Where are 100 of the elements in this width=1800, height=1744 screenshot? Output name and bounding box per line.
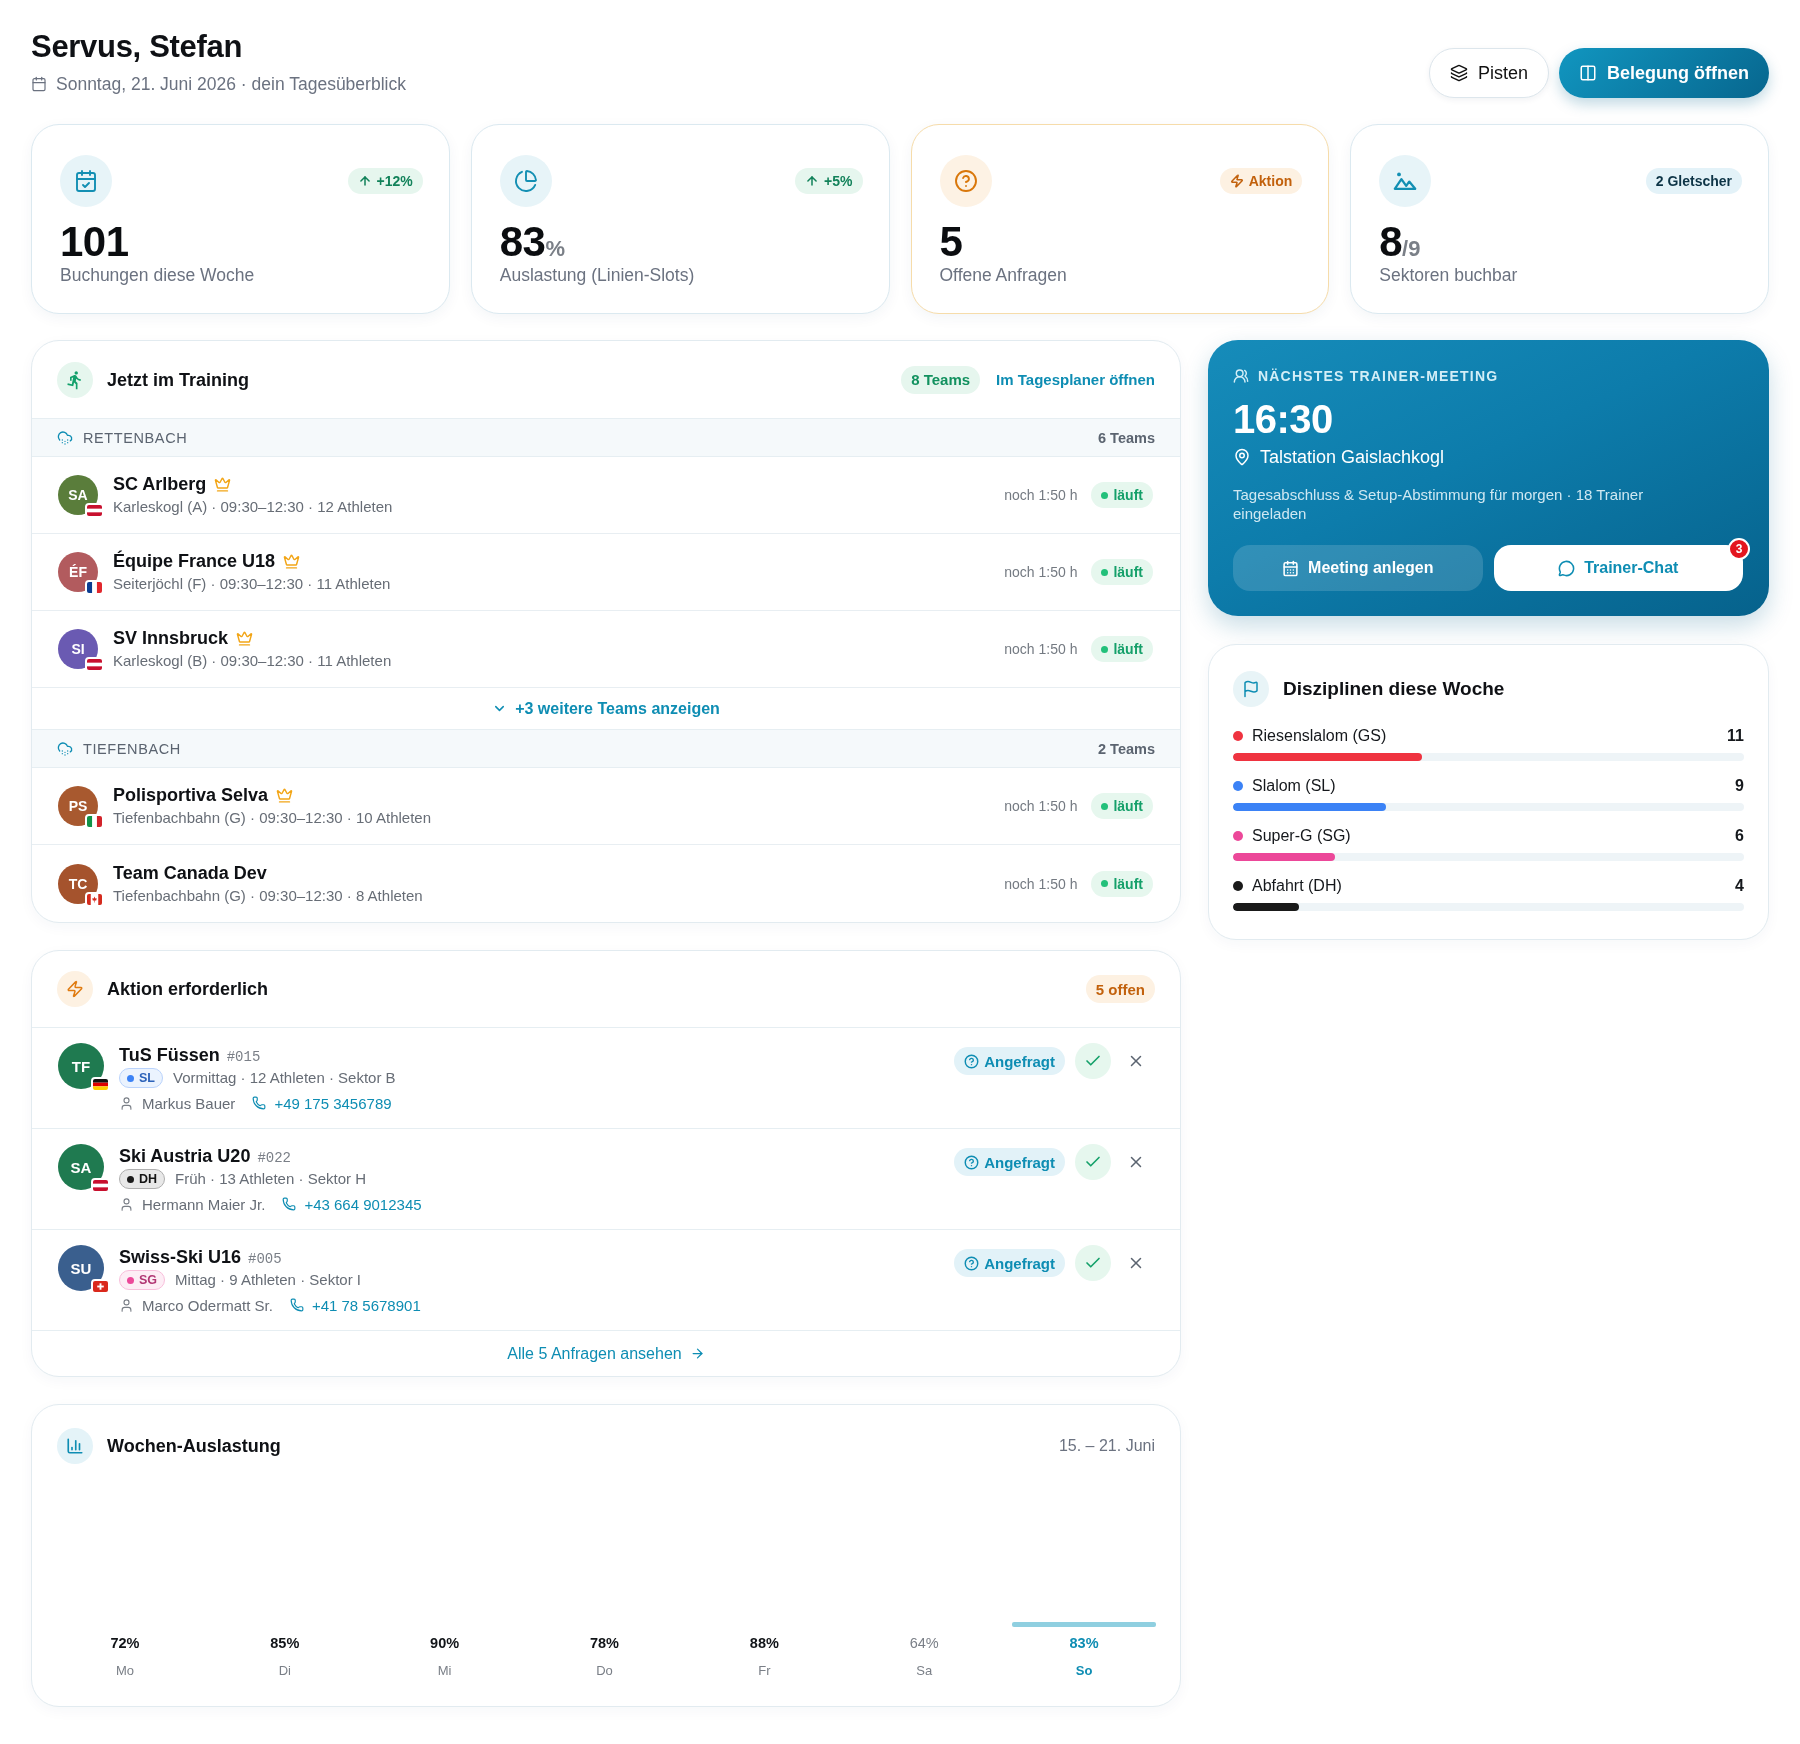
country-flag-icon — [85, 580, 104, 595]
team-avatar: SA — [58, 1144, 104, 1190]
day-label: Di — [278, 1662, 291, 1680]
stat-label: Buchungen diese Woche — [60, 264, 256, 287]
flag-icon — [1233, 671, 1269, 707]
day-value: 83% — [1069, 1634, 1099, 1653]
status-label: Angefragt — [984, 1153, 1055, 1171]
meeting-location: Talstation Gaislachkogl — [1260, 446, 1445, 469]
team-count-pill: 8 Teams — [901, 365, 981, 394]
pisten-button[interactable]: Pisten — [1428, 48, 1549, 98]
stat-value: 5 — [939, 221, 964, 263]
discipline-count: 11 — [1727, 727, 1744, 745]
panel-title: Wochen-Auslastung — [107, 1435, 281, 1458]
discipline-count: 6 — [1735, 827, 1744, 845]
status-label: Angefragt — [984, 1254, 1055, 1272]
bar-chart-icon — [57, 1428, 93, 1464]
chat-bubble-icon — [1558, 559, 1576, 577]
date-range: 15. – 21. Juni — [1058, 1437, 1155, 1455]
users-icon — [1233, 368, 1249, 384]
phone-icon — [289, 1298, 304, 1312]
country-flag-icon — [85, 891, 104, 907]
team-avatar: SA — [58, 475, 98, 515]
columns-icon — [1579, 64, 1597, 82]
show-more-link[interactable]: +3 weitere Teams anzeigen — [492, 699, 720, 718]
stat-label: Offene Anfragen — [939, 264, 1068, 287]
status-dot-icon — [1101, 568, 1109, 576]
session-details: Tiefenbachbahn (G) · 09:30–12:30 · 10 Athleten — [113, 808, 432, 828]
day-label: Sa — [916, 1662, 933, 1680]
request-details: Vormittag · 12 Athleten · Sektor B — [173, 1068, 396, 1088]
status-dot-icon — [1101, 645, 1109, 653]
team-name: Équipe France U18 — [113, 550, 276, 572]
day-label: So — [1075, 1662, 1093, 1680]
cloud-icon — [57, 740, 73, 757]
person-icon — [119, 1196, 134, 1212]
stat-label: Sektoren buchbar — [1379, 264, 1519, 287]
day-value: 90% — [430, 1634, 460, 1653]
phone-link[interactable]: +43 664 9012345 — [304, 1195, 422, 1213]
session-details: Karleskogl (A) · 09:30–12:30 · 12 Athleten — [113, 497, 394, 517]
country-flag-icon — [91, 1178, 110, 1193]
day-planner-link[interactable]: Im Tagesplaner öffnen — [996, 371, 1155, 388]
status-label: läuft — [1113, 875, 1143, 892]
discipline-name: Slalom (SL) — [1252, 777, 1337, 795]
team-name: Team Canada Dev — [113, 861, 267, 884]
alert-label: Aktion — [1248, 173, 1293, 189]
meeting-time: 16:30 — [1233, 396, 1334, 442]
time-remaining: noch 1:50 h — [1004, 798, 1078, 814]
day-value: 64% — [909, 1634, 939, 1653]
status-label: Angefragt — [984, 1052, 1055, 1070]
discipline-count: 4 — [1735, 877, 1744, 895]
date-subtitle: Sonntag, 21. Juni 2026 · dein Tagesüberblick — [56, 73, 406, 96]
section-name: TIEFENBACH — [83, 740, 181, 757]
calendar-check-icon — [60, 155, 112, 207]
location-pin-icon — [1233, 448, 1251, 466]
status-label: läuft — [1113, 487, 1143, 503]
question-icon — [964, 1154, 980, 1170]
phone-icon — [252, 1096, 267, 1110]
section-count: 6 Teams — [1098, 429, 1155, 446]
calendar-icon — [31, 76, 47, 92]
team-name: Polisportiva Selva — [113, 784, 269, 806]
open-booking-button[interactable]: Belegung öffnen — [1559, 48, 1769, 98]
discipline-count: 9 — [1735, 777, 1744, 795]
meeting-description: Tagesabschluss & Setup-Abstimmung für morgen · 18 Trainer eingeladen — [1233, 485, 1645, 523]
team-avatar: TC — [58, 863, 98, 904]
discipline-name: Super-G (SG) — [1252, 827, 1352, 845]
meeting-eyebrow: NÄCHSTES TRAINER-MEETING — [1258, 367, 1499, 386]
status-label: läuft — [1113, 798, 1143, 814]
team-name: TuS Füssen — [119, 1044, 220, 1066]
time-remaining: noch 1:50 h — [1004, 875, 1078, 892]
day-label: Do — [596, 1662, 613, 1680]
country-flag-icon — [85, 503, 104, 518]
team-avatar: SU — [58, 1245, 104, 1291]
layers-icon — [1449, 64, 1468, 82]
person-icon — [119, 1297, 134, 1313]
calendar-icon — [1282, 559, 1300, 577]
team-avatar: PS — [58, 786, 98, 826]
question-icon — [964, 1255, 980, 1271]
trend-value: +12% — [376, 173, 413, 189]
team-name: SV Innsbruck — [113, 627, 229, 649]
running-person-icon — [57, 361, 93, 398]
session-details: Karleskogl (B) · 09:30–12:30 · 11 Athleten — [113, 651, 393, 671]
stat-label: Auslastung (Linien-Slots) — [499, 264, 696, 287]
panel-title: Aktion erforderlich — [107, 978, 269, 1001]
person-icon — [119, 1095, 134, 1111]
day-label: Fr — [758, 1662, 771, 1680]
phone-link[interactable]: +41 78 5678901 — [311, 1296, 421, 1314]
status-dot-icon — [1101, 802, 1109, 810]
request-id: #015 — [226, 1047, 261, 1065]
discipline-code: SL — [139, 1071, 155, 1085]
session-details: Seiterjöchl (F) · 09:30–12:30 · 11 Athleten — [113, 574, 392, 594]
greeting-title: Servus, Stefan — [31, 28, 244, 66]
phone-link[interactable]: +49 175 3456789 — [274, 1094, 392, 1112]
create-meeting-button[interactable]: Meeting anlegen — [1233, 545, 1483, 591]
contact-name: Markus Bauer — [142, 1094, 236, 1112]
team-avatar: ÉF — [58, 552, 98, 592]
session-details: Tiefenbachbahn (G) · 09:30–12:30 · 8 Athleten — [113, 885, 424, 906]
all-requests-link[interactable]: Alle 5 Anfragen ansehen — [507, 1344, 705, 1363]
question-icon — [964, 1053, 980, 1069]
time-remaining: noch 1:50 h — [1004, 487, 1078, 503]
request-details: Früh · 13 Athleten · Sektor H — [175, 1169, 366, 1189]
country-flag-icon — [91, 1279, 110, 1294]
